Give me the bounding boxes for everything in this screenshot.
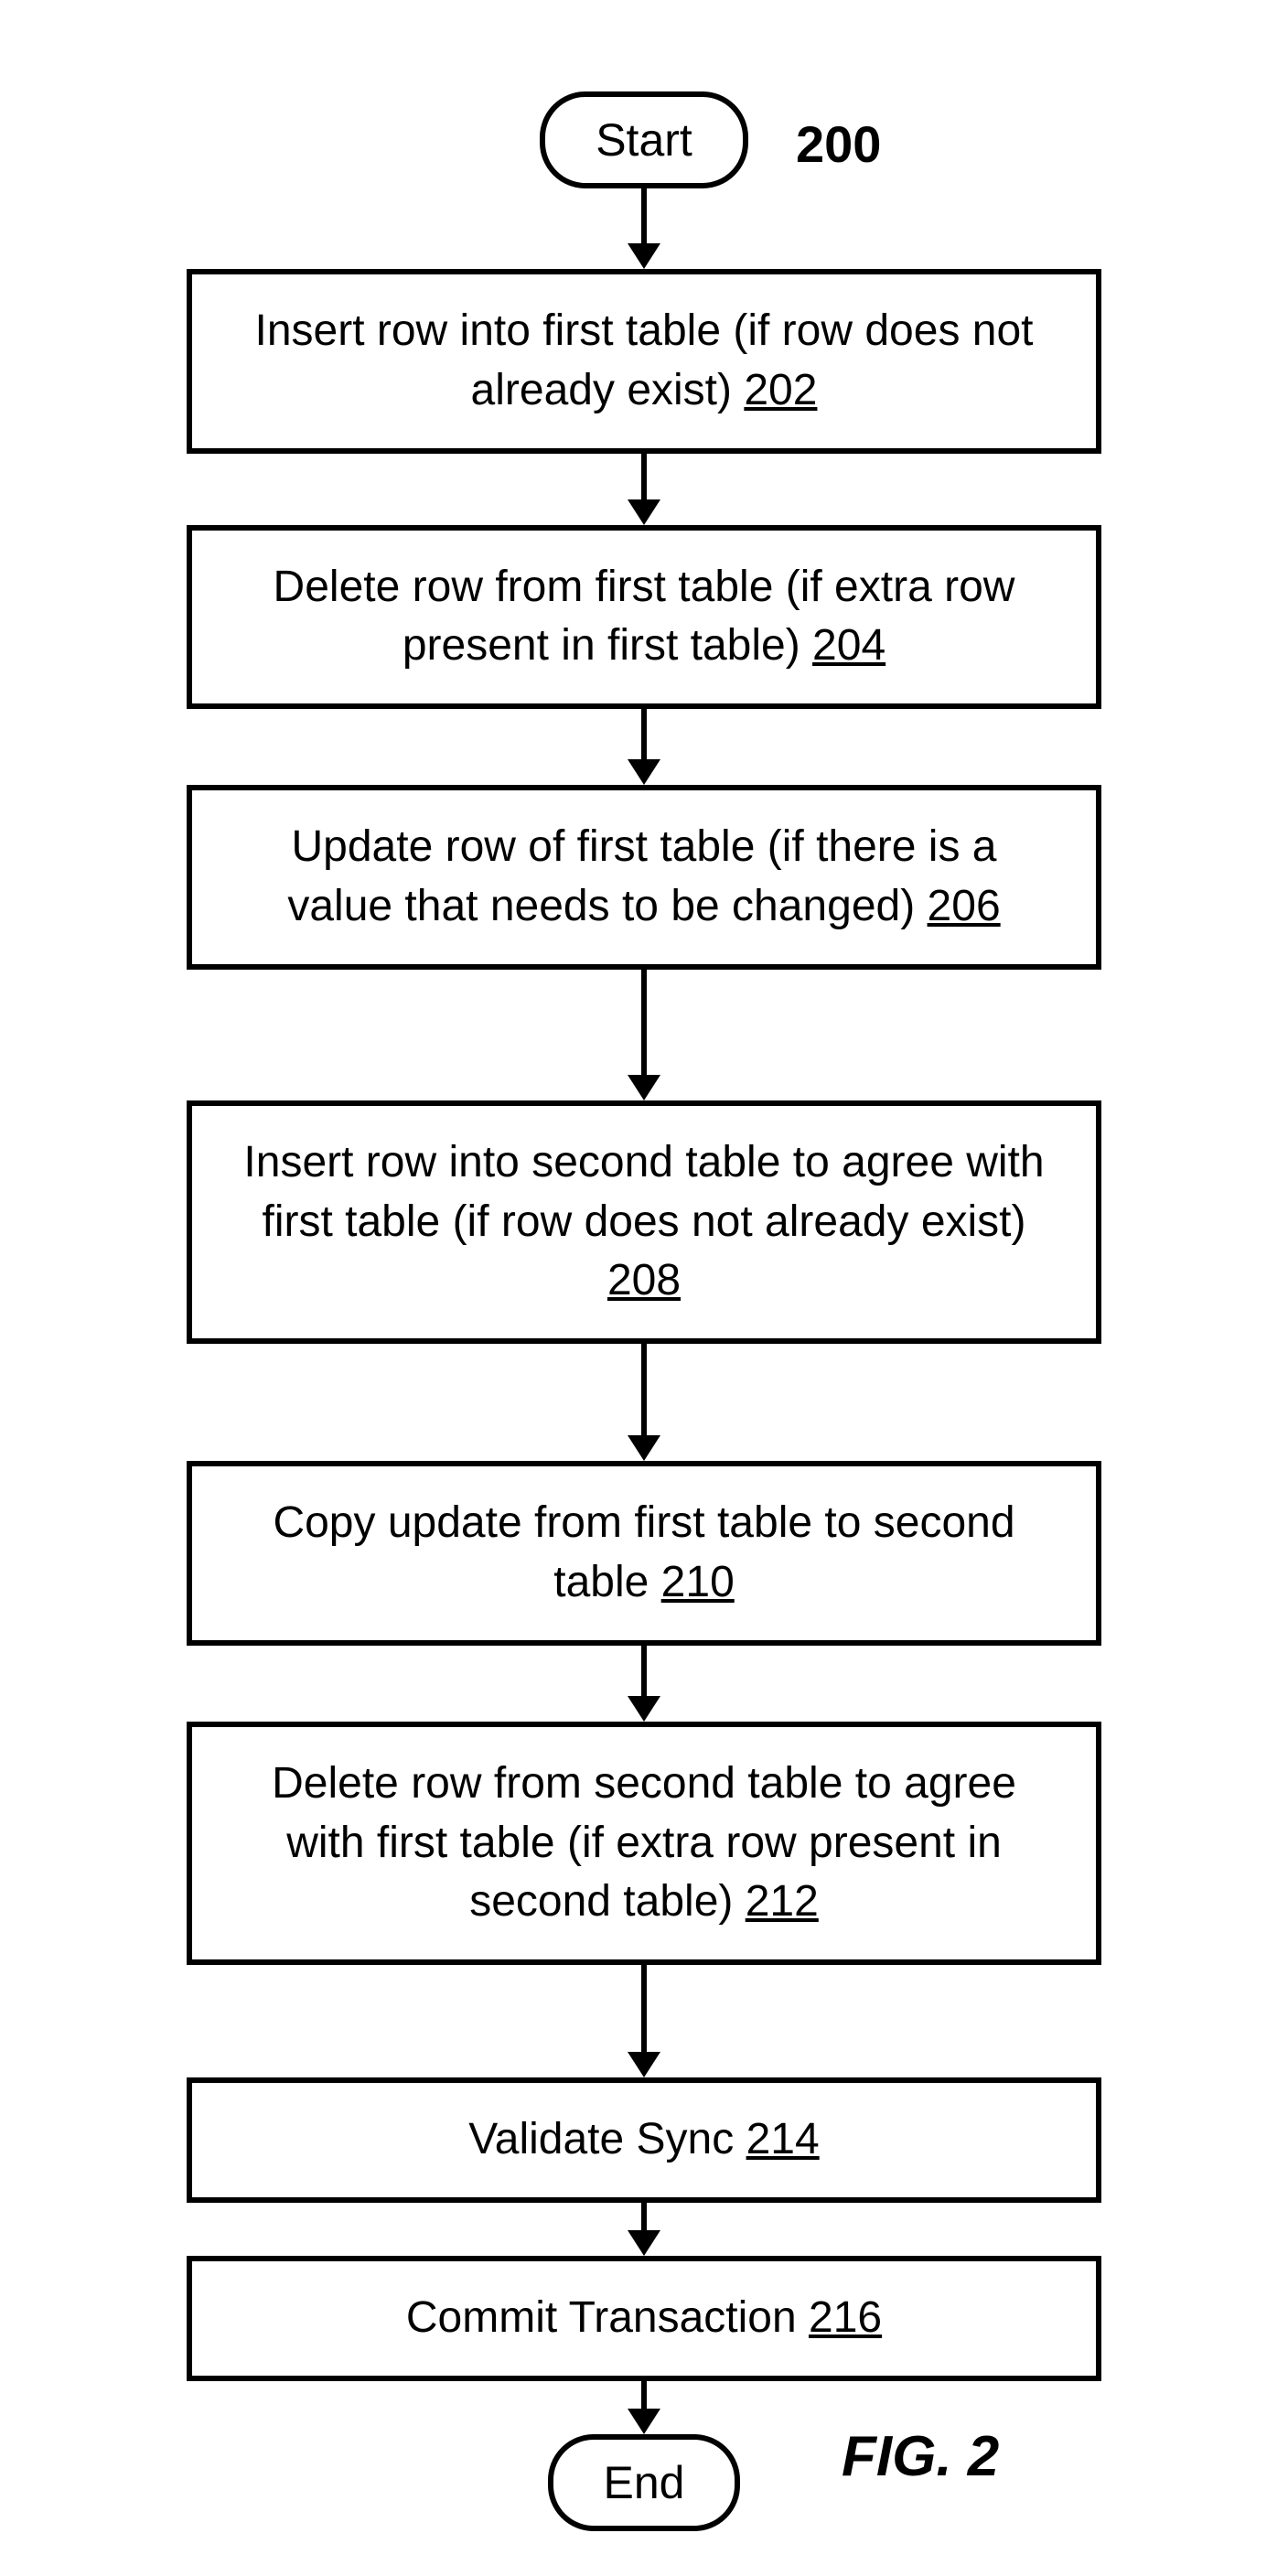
arrow-head-icon [628,2409,660,2434]
step-text: Insert row into first table (if row does… [254,306,1033,414]
start-terminator: Start [540,91,748,188]
arrow-8 [628,2381,660,2434]
arrow-line [641,454,647,499]
step-text: Validate Sync [468,2115,734,2163]
arrow-line [641,1965,647,2052]
step-ref: 212 [746,1877,819,1926]
diagram-reference-number: 200 [796,114,881,174]
arrow-head-icon [628,1075,660,1100]
process-step-216: Commit Transaction 216 [187,2256,1101,2381]
arrow-4 [628,1344,660,1461]
arrow-0 [628,188,660,269]
arrow-head-icon [628,1435,660,1461]
step-text: Delete row from second table to agree wi… [272,1759,1016,1927]
step-text: Copy update from first table to second t… [273,1498,1014,1606]
flowchart-container: Start Insert row into first table (if ro… [187,91,1101,2531]
process-step-212: Delete row from second table to agree wi… [187,1722,1101,1965]
step-ref: 216 [809,2293,882,2342]
step-ref: 202 [744,366,817,414]
step-text: Commit Transaction [406,2293,797,2342]
arrow-6 [628,1965,660,2077]
step-ref: 214 [746,2115,820,2163]
process-step-210: Copy update from first table to second t… [187,1461,1101,1646]
arrow-head-icon [628,243,660,269]
process-step-204: Delete row from first table (if extra ro… [187,525,1101,710]
end-terminator: End [548,2434,741,2531]
arrow-line [641,1344,647,1435]
arrow-line [641,2203,647,2230]
step-text: Delete row from first table (if extra ro… [274,563,1015,671]
arrow-line [641,2381,647,2409]
step-ref: 204 [812,621,886,670]
arrow-1 [628,454,660,525]
arrow-head-icon [628,2052,660,2077]
arrow-head-icon [628,1696,660,1722]
arrow-3 [628,970,660,1100]
figure-label: FIG. 2 [842,2424,999,2489]
process-step-208: Insert row into second table to agree wi… [187,1100,1101,1344]
process-step-206: Update row of first table (if there is a… [187,785,1101,970]
arrow-2 [628,709,660,785]
process-step-214: Validate Sync 214 [187,2077,1101,2203]
arrow-5 [628,1646,660,1722]
step-text: Insert row into second table to agree wi… [243,1138,1044,1246]
arrow-head-icon [628,499,660,525]
step-ref: 208 [607,1256,681,1304]
arrow-line [641,188,647,243]
step-text: Update row of first table (if there is a… [287,822,996,930]
arrow-line [641,970,647,1075]
arrow-line [641,709,647,759]
arrow-7 [628,2203,660,2256]
step-ref: 206 [928,882,1001,930]
process-step-202: Insert row into first table (if row does… [187,269,1101,454]
step-ref: 210 [661,1558,735,1606]
arrow-line [641,1646,647,1696]
arrow-head-icon [628,759,660,785]
arrow-head-icon [628,2230,660,2256]
